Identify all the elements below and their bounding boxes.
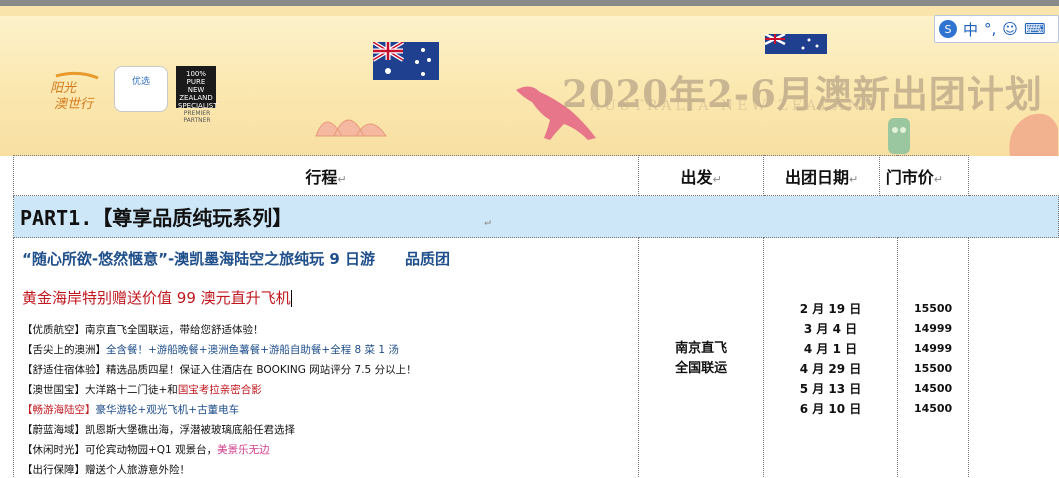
- trip-highlights: 【优质航空】南京直飞全国联运，带给您舒适体验！ 【舌尖上的澳洲】全含餐！+游船晚…: [22, 320, 630, 478]
- totem-icon: [888, 118, 910, 154]
- australia-flag-icon: [373, 42, 439, 80]
- prices-cell[interactable]: 15500 14999 14999 15500 14500 14500: [896, 237, 970, 478]
- departure-line-1: 南京直飞: [675, 341, 728, 356]
- price-item: 14500: [913, 402, 953, 415]
- date-item: 6 月 10 日: [799, 402, 862, 416]
- price-item: 14999: [913, 342, 953, 355]
- list-item: 【舌尖上的澳洲】全含餐！+游船晚餐+澳洲鱼薯餐+游船自助餐+全程 8 菜 1 汤: [22, 344, 399, 356]
- sunshine-logo: 阳光 澳世行: [50, 71, 99, 112]
- header-itinerary: 行程↵: [13, 155, 639, 196]
- departure-cell[interactable]: 南京直飞 全国联运: [637, 237, 765, 478]
- ime-chinese-mode[interactable]: 中: [963, 19, 978, 40]
- price-item: 14999: [913, 322, 953, 335]
- sydney-opera-house-icon: [315, 119, 387, 137]
- dates-cell[interactable]: 2 月 19 日 3 月 4 日 4 月 1 日 4 月 29 日 5 月 13…: [763, 237, 898, 478]
- date-item: 4 月 29 日: [799, 362, 862, 376]
- nz-specialist-logo: 100% PURE NEW ZEALAND SPECIALIST: [176, 66, 218, 110]
- list-item: 【休闲时光】可伦宾动物园+Q1 观景台，美景乐无边: [22, 444, 270, 456]
- part-title-row: PART1.【尊享品质纯玩系列】 ↵: [13, 195, 1059, 238]
- header-price: 门市价↵: [878, 155, 970, 196]
- empty-cell: [969, 238, 1059, 478]
- banner-subtitle: AUSTRALIA NEW ZEALAND: [590, 98, 880, 114]
- ime-emoji-icon[interactable]: ☺: [1002, 20, 1018, 38]
- ime-keyboard-icon[interactable]: ⌨: [1024, 20, 1046, 38]
- ime-logo-icon[interactable]: S: [939, 20, 957, 38]
- list-item: 【优质航空】南京直飞全国联运，带给您舒适体验！: [22, 324, 264, 336]
- date-item: 3 月 4 日: [803, 322, 858, 336]
- header-empty: [969, 156, 1059, 196]
- banner-stripe: [0, 6, 1059, 16]
- svg-text:澳世行: 澳世行: [54, 97, 95, 112]
- list-item: 【澳世国宝】大洋路十二门徒+和国宝考拉亲密合影: [22, 384, 262, 396]
- list-item: 【舒适住宿体验】精选品质四星！保证入住酒店在 BOOKING 网站评分 7.5 …: [22, 364, 417, 376]
- ime-punctuation-toggle[interactable]: °,: [984, 20, 996, 38]
- ime-toolbar[interactable]: S 中 °, ☺ ⌨: [934, 15, 1059, 43]
- departure-line-2: 全国联运: [675, 361, 728, 376]
- list-item: 【出行保障】赠送个人旅游意外险！: [22, 464, 190, 476]
- date-item: 5 月 13 日: [799, 382, 862, 396]
- price-item: 15500: [913, 302, 953, 315]
- itinerary-table: 行程↵ 出发↵ 出团日期↵ 门市价↵ PART1.【尊享品质纯玩系列】 ↵ “随…: [13, 155, 1059, 478]
- premium-logo: 优选: [114, 66, 168, 112]
- header-departure: 出发↵: [637, 155, 765, 196]
- trip-name: “随心所欲-悠然惬意”-澳凯墨海陆空之旅纯玩 9 日游 品质团: [22, 250, 451, 268]
- trip-description[interactable]: “随心所欲-悠然惬意”-澳凯墨海陆空之旅纯玩 9 日游 品质团 黄金海岸特别赠送…: [13, 237, 639, 478]
- list-item: 【蔚蓝海域】凯恩斯大堡礁出海，浮潜被玻璃底船任君选择: [22, 424, 295, 436]
- list-item: 【畅游海陆空】豪华游轮+观光飞机+古董电车: [22, 404, 240, 416]
- date-item: 2 月 19 日: [799, 302, 862, 316]
- price-item: 14500: [913, 382, 953, 395]
- nz-partner-caption: PREMIER PARTNER: [183, 110, 211, 124]
- trip-promo: 黄金海岸特别赠送价值 99 澳元直升飞机: [22, 289, 292, 307]
- header-banner: 阳光 澳世行 优选 100% PURE NEW ZEALAND SPECIALI…: [0, 6, 1059, 156]
- svg-text:阳光: 阳光: [50, 81, 77, 96]
- header-dates: 出团日期↵: [763, 155, 880, 196]
- australia-flag-small-icon: [765, 34, 827, 54]
- date-item: 4 月 1 日: [803, 342, 858, 356]
- text-cursor: [290, 290, 292, 307]
- price-item: 15500: [913, 362, 953, 375]
